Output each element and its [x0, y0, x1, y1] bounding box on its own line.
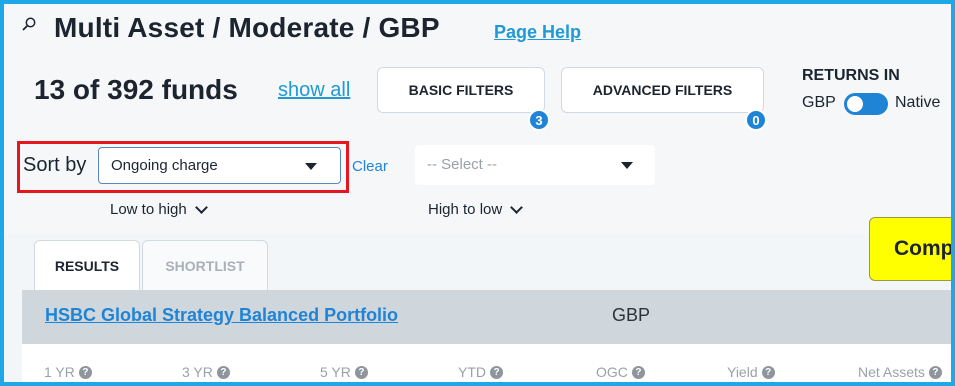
returns-gbp-label: GBP [802, 94, 836, 111]
show-all-link[interactable]: show all [278, 79, 350, 102]
fund-currency: GBP [612, 305, 651, 325]
screenshot-frame: Multi Asset / Moderate / GBP Page Help 1… [0, 0, 955, 386]
metric-3yr: 3 YR? [182, 364, 230, 380]
help-icon[interactable]: ? [490, 365, 503, 379]
metric-ogc: OGC? [596, 364, 645, 380]
toggle-knob [847, 96, 863, 112]
advanced-filters-button[interactable]: ADVANCED FILTERS [561, 67, 764, 113]
advanced-filters-count-badge: 0 [745, 109, 767, 131]
metric-label: 1 YR [44, 364, 75, 380]
returns-native-label: Native [895, 94, 941, 111]
secondary-sort-order-label: High to low [428, 201, 503, 218]
caret-down-icon [621, 162, 633, 169]
chevron-down-icon [194, 200, 208, 214]
compare-button[interactable]: Comp [869, 217, 954, 281]
metric-1yr: 1 YR? [44, 364, 92, 380]
fund-row-header: HSBC Global Strategy Balanced Portfolio … [22, 290, 951, 344]
basic-filters-count-badge: 3 [528, 109, 550, 131]
metric-label: OGC [596, 364, 628, 380]
fund-count: 13 of 392 funds [34, 74, 238, 105]
search-icon [22, 17, 36, 31]
metric-label: YTD [458, 364, 486, 380]
metric-5yr: 5 YR? [320, 364, 368, 380]
fund-name-link[interactable]: HSBC Global Strategy Balanced Portfolio [45, 305, 398, 326]
advanced-filters-label: ADVANCED FILTERS [592, 82, 733, 98]
help-icon[interactable]: ? [928, 365, 942, 379]
sort-by-selected-value: Ongoing charge [111, 157, 218, 174]
secondary-sort-placeholder: -- Select -- [427, 156, 498, 173]
help-icon[interactable]: ? [761, 365, 775, 379]
metric-label: Yield [727, 364, 758, 380]
help-icon[interactable]: ? [216, 365, 230, 379]
basic-filters-button[interactable]: BASIC FILTERS [377, 67, 545, 113]
metric-label: Net Assets [858, 364, 925, 380]
returns-currency-toggle[interactable] [844, 93, 888, 115]
help-icon[interactable]: ? [78, 365, 92, 379]
help-icon[interactable]: ? [631, 365, 645, 379]
metric-label: 5 YR [320, 364, 351, 380]
help-icon[interactable]: ? [354, 365, 368, 379]
sort-by-label: Sort by [23, 154, 87, 176]
basic-filters-label: BASIC FILTERS [408, 82, 514, 98]
tab-results[interactable]: RESULTS [34, 240, 140, 290]
fund-metrics-row: 1 YR? 3 YR? 5 YR? YTD? OGC? Yield? Net A… [22, 344, 951, 382]
page-help-link[interactable]: Page Help [494, 22, 581, 43]
metric-yield: Yield? [727, 364, 775, 380]
page-title: Multi Asset / Moderate / GBP [54, 12, 440, 43]
primary-sort-order-label: Low to high [110, 201, 187, 218]
tab-shortlist[interactable]: SHORTLIST [142, 240, 268, 290]
primary-sort-order[interactable]: Low to high [110, 200, 208, 218]
caret-down-icon [305, 163, 317, 170]
tab-shortlist-label: SHORTLIST [165, 257, 245, 274]
sort-by-select[interactable]: Ongoing charge [98, 147, 341, 184]
returns-in-label: RETURNS IN [802, 67, 900, 84]
secondary-sort-order[interactable]: High to low [428, 200, 524, 218]
secondary-sort-select[interactable]: -- Select -- [415, 145, 655, 185]
metric-ytd: YTD? [458, 364, 503, 380]
compare-button-label: Comp [894, 237, 954, 260]
chevron-down-icon [510, 200, 524, 214]
tab-results-label: RESULTS [54, 257, 120, 274]
metric-label: 3 YR [182, 364, 213, 380]
metric-net-assets: Net Assets? [858, 364, 942, 380]
clear-sort-link[interactable]: Clear [352, 158, 388, 175]
